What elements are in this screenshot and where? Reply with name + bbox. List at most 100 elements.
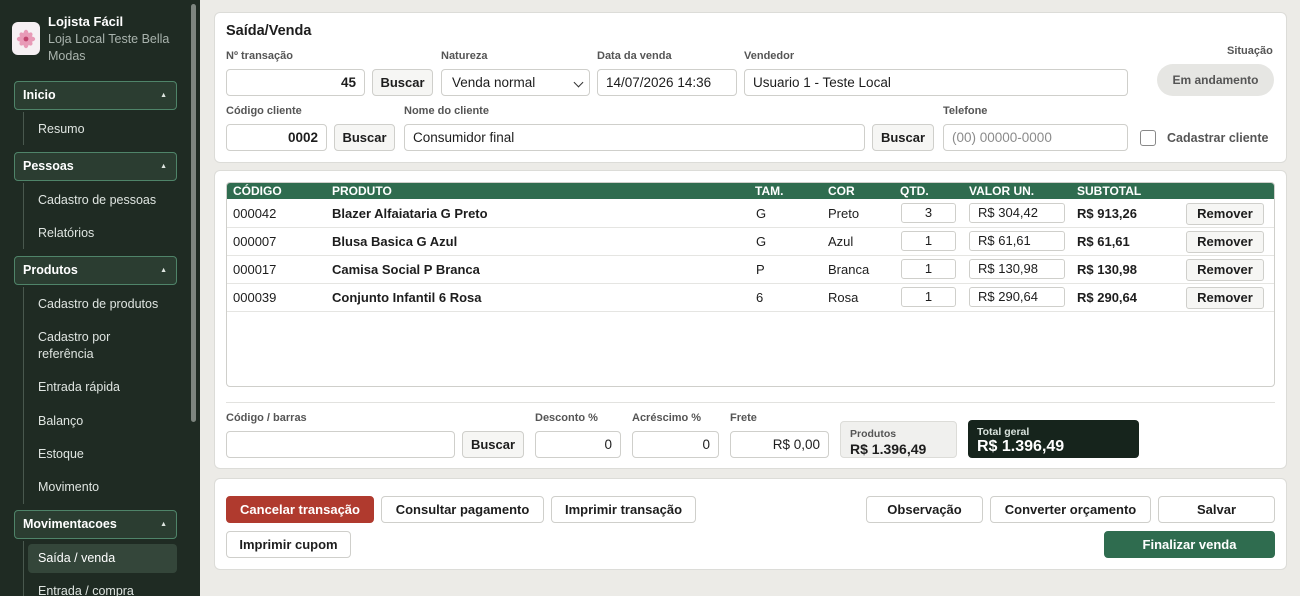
client-code-input[interactable]: 0002	[226, 124, 327, 151]
transaction-number-label: Nº transação	[226, 50, 293, 62]
column-header-product: PRODUTO	[332, 184, 392, 198]
nav-group-label: Movimentacoes	[23, 517, 117, 531]
search-client-name-button[interactable]: Buscar	[872, 124, 934, 151]
row-unit-value-input[interactable]: R$ 290,64	[969, 287, 1065, 307]
cancel-transaction-button[interactable]: Cancelar transação	[226, 496, 374, 523]
nav-group-movimentacoes[interactable]: Movimentacoes ▲	[14, 510, 177, 539]
client-name-input[interactable]: Consumidor final	[404, 124, 865, 151]
client-code-label: Código cliente	[226, 105, 302, 117]
column-header-color: COR	[828, 184, 855, 198]
sidebar-item-relatorios[interactable]: Relatórios	[38, 225, 178, 242]
nav-group-produtos[interactable]: Produtos ▲	[14, 256, 177, 285]
products-total-value: R$ 1.396,49	[850, 441, 927, 457]
table-row: 000017 Camisa Social P Branca P Branca 1…	[227, 256, 1274, 284]
chevron-down-icon	[573, 77, 584, 88]
note-button[interactable]: Observação	[866, 496, 983, 523]
surcharge-input[interactable]: 0	[632, 431, 719, 458]
print-transaction-button[interactable]: Imprimir transação	[551, 496, 696, 523]
search-barcode-button[interactable]: Buscar	[462, 431, 524, 458]
remove-item-button[interactable]: Remover	[1186, 203, 1264, 225]
nav-group-inicio[interactable]: Inicio ▲	[14, 81, 177, 110]
flower-logo-icon	[12, 22, 40, 55]
row-qty-input[interactable]: 1	[901, 287, 956, 307]
row-qty-input[interactable]: 3	[901, 203, 956, 223]
row-color: Branca	[828, 262, 870, 277]
grand-total: Total geral R$ 1.396,49	[968, 420, 1139, 458]
table-row: 000007 Blusa Basica G Azul G Azul 1 R$ 6…	[227, 228, 1274, 256]
row-color: Azul	[828, 234, 854, 249]
transaction-number-input[interactable]: 45	[226, 69, 365, 96]
row-subtotal: R$ 61,61	[1077, 234, 1130, 249]
client-name-label: Nome do cliente	[404, 105, 489, 117]
sidebar: Lojista Fácil Loja Local Teste Bella Mod…	[0, 0, 200, 596]
freight-input[interactable]: R$ 0,00	[730, 431, 829, 458]
sidebar-scrollbar[interactable]	[191, 4, 196, 422]
sidebar-item-movimento[interactable]: Movimento	[38, 479, 178, 496]
search-transaction-button[interactable]: Buscar	[372, 69, 433, 96]
table-row: 000039 Conjunto Infantil 6 Rosa 6 Rosa 1…	[227, 284, 1274, 312]
nav-group-pessoas[interactable]: Pessoas ▲	[14, 152, 177, 181]
remove-item-button[interactable]: Remover	[1186, 231, 1264, 253]
seller-input[interactable]: Usuario 1 - Teste Local	[744, 69, 1128, 96]
discount-input[interactable]: 0	[535, 431, 621, 458]
phone-input[interactable]: (00) 00000-0000	[943, 124, 1128, 151]
sidebar-item-cadastro-referencia[interactable]: Cadastro por referência	[38, 329, 158, 363]
caret-up-icon: ▲	[160, 92, 167, 99]
caret-up-icon: ▲	[160, 163, 167, 170]
products-total-label: Produtos	[850, 428, 897, 440]
remove-item-button[interactable]: Remover	[1186, 259, 1264, 281]
sale-date-input[interactable]: 14/07/2026 14:36	[597, 69, 737, 96]
sidebar-item-cadastro-pessoas[interactable]: Cadastro de pessoas	[38, 192, 178, 209]
save-button[interactable]: Salvar	[1158, 496, 1275, 523]
search-client-code-button[interactable]: Buscar	[334, 124, 395, 151]
freight-label: Frete	[730, 412, 757, 424]
row-product: Conjunto Infantil 6 Rosa	[332, 290, 482, 305]
check-payment-button[interactable]: Consultar pagamento	[381, 496, 544, 523]
register-client-label: Cadastrar cliente	[1167, 131, 1269, 145]
print-receipt-button[interactable]: Imprimir cupom	[226, 531, 351, 558]
sidebar-item-resumo[interactable]: Resumo	[38, 121, 178, 138]
column-header-code: CÓDIGO	[233, 184, 282, 198]
row-code: 000007	[233, 234, 277, 249]
row-unit-value-input[interactable]: R$ 304,42	[969, 203, 1065, 223]
row-subtotal: R$ 913,26	[1077, 206, 1137, 221]
remove-item-button[interactable]: Remover	[1186, 287, 1264, 309]
barcode-label: Código / barras	[226, 412, 307, 424]
sidebar-item-entrada-compra[interactable]: Entrada / compra	[38, 583, 178, 596]
nature-select[interactable]: Venda normal	[441, 69, 590, 96]
row-unit-value-input[interactable]: R$ 61,61	[969, 231, 1065, 251]
divider	[226, 402, 1275, 403]
caret-up-icon: ▲	[160, 521, 167, 528]
seller-label: Vendedor	[744, 50, 795, 62]
discount-label: Desconto %	[535, 412, 598, 424]
row-code: 000039	[233, 290, 277, 305]
sidebar-item-saida-venda[interactable]: Saída / venda	[28, 544, 177, 573]
sidebar-item-estoque[interactable]: Estoque	[38, 446, 178, 463]
row-size: G	[756, 234, 767, 249]
grand-total-label: Total geral	[977, 426, 1030, 438]
row-qty-input[interactable]: 1	[901, 259, 956, 279]
table-row: 000042 Blazer Alfaiataria G Preto G Pret…	[227, 200, 1274, 228]
convert-quote-button[interactable]: Converter orçamento	[990, 496, 1151, 523]
nav-group-label: Inicio	[23, 88, 56, 102]
page-title: Saída/Venda	[226, 23, 312, 39]
sidebar-item-balanco[interactable]: Balanço	[38, 413, 178, 430]
store-name: Loja Local Teste Bella Modas	[48, 32, 170, 63]
brand: Lojista Fácil Loja Local Teste Bella Mod…	[12, 14, 187, 66]
nature-selected-value: Venda normal	[452, 75, 536, 90]
row-subtotal: R$ 130,98	[1077, 262, 1137, 277]
row-code: 000042	[233, 206, 277, 221]
finish-sale-button[interactable]: Finalizar venda	[1104, 531, 1275, 558]
barcode-input[interactable]	[226, 431, 455, 458]
nav-group-label: Produtos	[23, 263, 78, 277]
caret-up-icon: ▲	[160, 267, 167, 274]
row-subtotal: R$ 290,64	[1077, 290, 1137, 305]
column-header-qty: QTD.	[900, 184, 929, 198]
table-header: CÓDIGO PRODUTO TAM. COR QTD. VALOR UN. S…	[227, 183, 1274, 199]
products-total: Produtos R$ 1.396,49	[840, 421, 957, 458]
row-unit-value-input[interactable]: R$ 130,98	[969, 259, 1065, 279]
register-client-checkbox[interactable]	[1140, 130, 1156, 146]
sidebar-item-cadastro-produtos[interactable]: Cadastro de produtos	[38, 296, 178, 313]
sidebar-item-entrada-rapida[interactable]: Entrada rápida	[38, 379, 178, 396]
row-qty-input[interactable]: 1	[901, 231, 956, 251]
